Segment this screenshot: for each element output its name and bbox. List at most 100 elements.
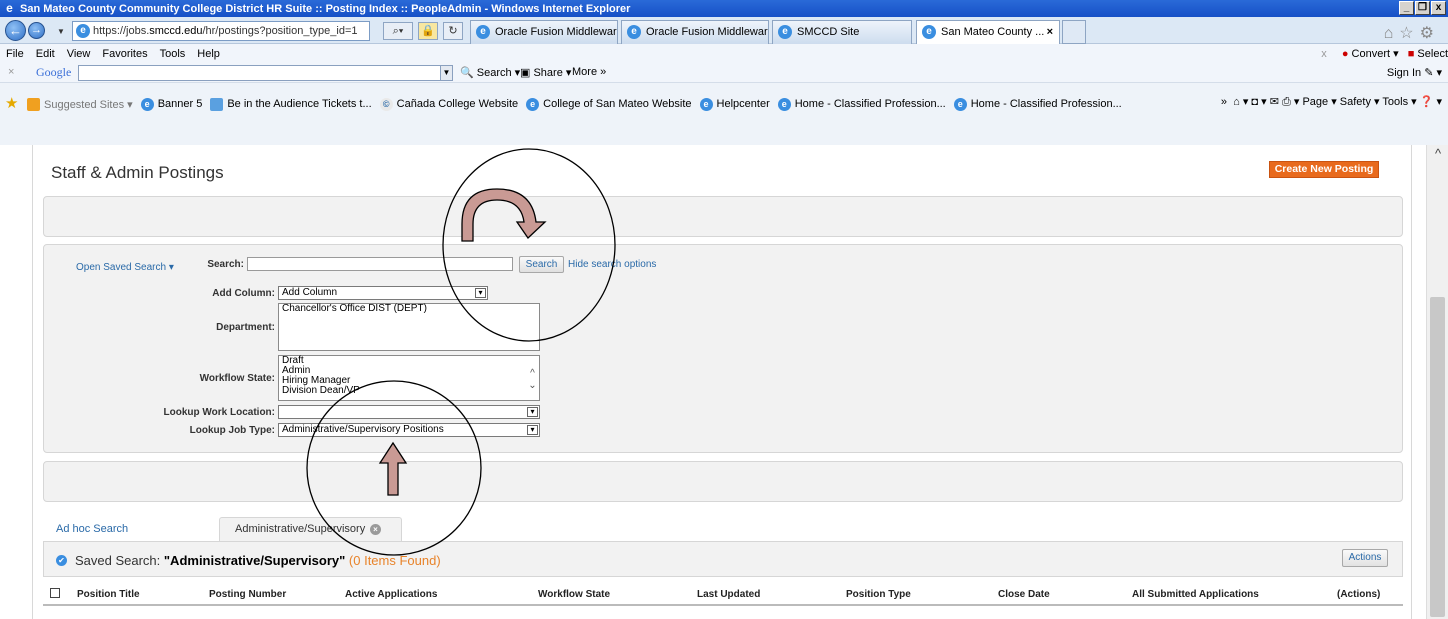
menu-favorites[interactable]: Favorites <box>96 48 153 60</box>
convert-button[interactable]: Convert <box>1352 48 1391 60</box>
menu-help[interactable]: Help <box>191 48 226 60</box>
chevron-down-icon[interactable]: ▼ <box>440 66 452 80</box>
help-icon[interactable]: ❓ <box>1420 96 1434 108</box>
close-icon[interactable]: x <box>1431 1 1446 15</box>
create-new-posting-button[interactable]: Create New Posting <box>1269 161 1379 178</box>
address-bar[interactable]: e https://jobs.smccd.edu/hr/postings?posi… <box>72 21 370 41</box>
home-icon[interactable]: ⌂ <box>1233 96 1240 108</box>
navigation-bar: ← → ▼ e https://jobs.smccd.edu/hr/posting… <box>0 17 1448 44</box>
menu-file[interactable]: File <box>0 48 30 60</box>
col-position-title[interactable]: Position Title <box>77 589 140 600</box>
col-close-date[interactable]: Close Date <box>998 589 1050 600</box>
restore-icon[interactable]: ❐ <box>1415 1 1430 15</box>
search-dropdown-icon[interactable]: ⌕▾ <box>383 22 413 40</box>
canada-logo-icon: © <box>379 97 393 111</box>
close-tab-icon[interactable]: × <box>370 524 381 535</box>
col-actions: (Actions) <box>1337 589 1381 600</box>
col-active-applications[interactable]: Active Applications <box>345 589 437 600</box>
search-label: Search: <box>207 259 244 270</box>
favorites-star-icon[interactable]: ★ <box>5 96 21 111</box>
tab-ie-icon: e <box>778 25 792 39</box>
col-workflow-state[interactable]: Workflow State <box>538 589 610 600</box>
back-icon[interactable]: ← <box>5 20 26 41</box>
tab-ie-icon: e <box>627 25 641 39</box>
ie-page-icon: e <box>526 97 540 111</box>
tab-smccd[interactable]: e SMCCD Site <box>772 20 912 44</box>
hide-search-options-link[interactable]: Hide search options <box>568 259 656 270</box>
work-location-select[interactable]: ▾ <box>278 405 540 419</box>
tab-ie-icon: e <box>922 25 936 39</box>
fav-classified-2[interactable]: e Home - Classified Profession... <box>953 97 1122 111</box>
history-dropdown-icon[interactable]: ▼ <box>57 27 65 36</box>
close-toolbar-icon[interactable]: x <box>1321 48 1327 60</box>
fav-college-san-mateo[interactable]: e College of San Mateo Website <box>526 97 692 111</box>
new-tab-button[interactable] <box>1062 20 1086 44</box>
lock-icon[interactable]: 🔒 <box>418 22 438 40</box>
add-column-select[interactable]: Add Column ▾ <box>278 286 488 300</box>
mail-icon[interactable]: ✉ <box>1270 96 1279 108</box>
feeds-icon[interactable]: ◘ <box>1251 96 1258 108</box>
workflow-option[interactable]: Division Dean/VP <box>282 386 539 396</box>
forward-icon[interactable]: → <box>28 22 45 39</box>
page-scrollbar[interactable]: ^ <box>1426 145 1448 619</box>
page-viewport: Staff & Admin Postings Create New Postin… <box>0 145 1448 619</box>
job-type-select[interactable]: Administrative/Supervisory Positions ▾ <box>278 423 540 437</box>
listbox-scrollbar[interactable]: ^ ⌄ <box>526 356 539 400</box>
home-favorites-settings-icons[interactable]: ⌂☆⚙ <box>1384 23 1440 43</box>
job-type-label: Lookup Job Type: <box>189 425 275 436</box>
select-all-checkbox[interactable] <box>50 588 60 598</box>
google-signin-button[interactable]: Sign In ✎ ▾ <box>1387 66 1442 79</box>
window-controls: _ ❐ x <box>1399 1 1446 15</box>
department-listbox[interactable]: Chancellor's Office DIST (DEPT) <box>278 303 540 351</box>
fav-audience-tickets[interactable]: Be in the Audience Tickets t... <box>210 97 372 111</box>
select-button[interactable]: Select <box>1417 48 1448 60</box>
print-icon[interactable]: ⎙ <box>1282 96 1291 108</box>
search-input[interactable] <box>247 257 513 271</box>
tab-administrative-supervisory[interactable]: Administrative/Supervisory × <box>219 517 402 541</box>
google-search-button[interactable]: 🔍 Search ▾ <box>460 66 520 79</box>
fav-helpcenter[interactable]: e Helpcenter <box>699 97 770 111</box>
fav-classified-1[interactable]: e Home - Classified Profession... <box>777 97 946 111</box>
col-last-updated[interactable]: Last Updated <box>697 589 760 600</box>
google-search-input[interactable]: ▼ <box>78 65 453 81</box>
google-toolbar: × Google ▼ 🔍 Search ▾ ▣ Share ▾ More » S… <box>0 63 1448 83</box>
chevron-down-icon: ▾ <box>475 288 486 298</box>
menu-edit[interactable]: Edit <box>30 48 61 60</box>
fav-suggested-sites[interactable]: Suggested Sites ▾ <box>27 97 133 111</box>
info-box-middle <box>43 461 1403 502</box>
close-tab-icon[interactable]: × <box>1047 21 1053 43</box>
menu-tools[interactable]: Tools <box>154 48 192 60</box>
scroll-up-icon[interactable]: ^ <box>1431 147 1445 161</box>
minimize-icon[interactable]: _ <box>1399 1 1414 15</box>
workflow-state-listbox[interactable]: Draft Admin Hiring Manager Division Dean… <box>278 355 540 401</box>
scrollbar-thumb[interactable] <box>1430 297 1445 617</box>
command-bar[interactable]: » ⌂ ▾ ◘ ▾ ✉ ⎙ ▾ Page ▾ Safety ▾ Tools ▾ … <box>1221 95 1442 109</box>
tab-ie-icon: e <box>476 25 490 39</box>
fav-banner5[interactable]: e Banner 5 <box>140 97 202 111</box>
fav-canada-college[interactable]: © Cañada College Website <box>379 97 518 111</box>
google-share-button[interactable]: ▣ Share ▾ <box>520 66 571 79</box>
tab-oracle-1[interactable]: e Oracle Fusion Middlewar... <box>470 20 618 44</box>
ie-logo-icon: e <box>6 1 13 15</box>
tab-oracle-2[interactable]: e Oracle Fusion Middlewar... <box>621 20 769 44</box>
menu-view[interactable]: View <box>61 48 97 60</box>
page-ie-icon: e <box>76 24 90 38</box>
google-more-button[interactable]: More » <box>572 66 606 78</box>
department-label: Department: <box>216 322 275 333</box>
tab-adhoc-search[interactable]: Ad hoc Search <box>56 523 128 535</box>
refresh-icon[interactable]: ↻ <box>443 22 463 40</box>
col-all-submitted-applications[interactable]: All Submitted Applications <box>1132 589 1259 600</box>
col-posting-number[interactable]: Posting Number <box>209 589 286 600</box>
items-found-count: (0 Items Found) <box>348 553 441 568</box>
ie-page-icon: e <box>953 97 967 111</box>
search-button[interactable]: Search <box>519 256 564 273</box>
tab-san-mateo[interactable]: e San Mateo County ... × <box>916 20 1060 44</box>
actions-button[interactable]: Actions <box>1342 549 1388 567</box>
ie-page-icon: e <box>777 97 791 111</box>
page-icon <box>210 97 224 111</box>
close-toolbar-icon[interactable]: × <box>8 66 14 78</box>
open-saved-search-link[interactable]: Open Saved Search ▾ <box>76 262 174 273</box>
workflow-option[interactable]: Draft <box>282 356 539 366</box>
col-position-type[interactable]: Position Type <box>846 589 911 600</box>
window-titlebar: e San Mateo County Community College Dis… <box>0 0 1448 17</box>
